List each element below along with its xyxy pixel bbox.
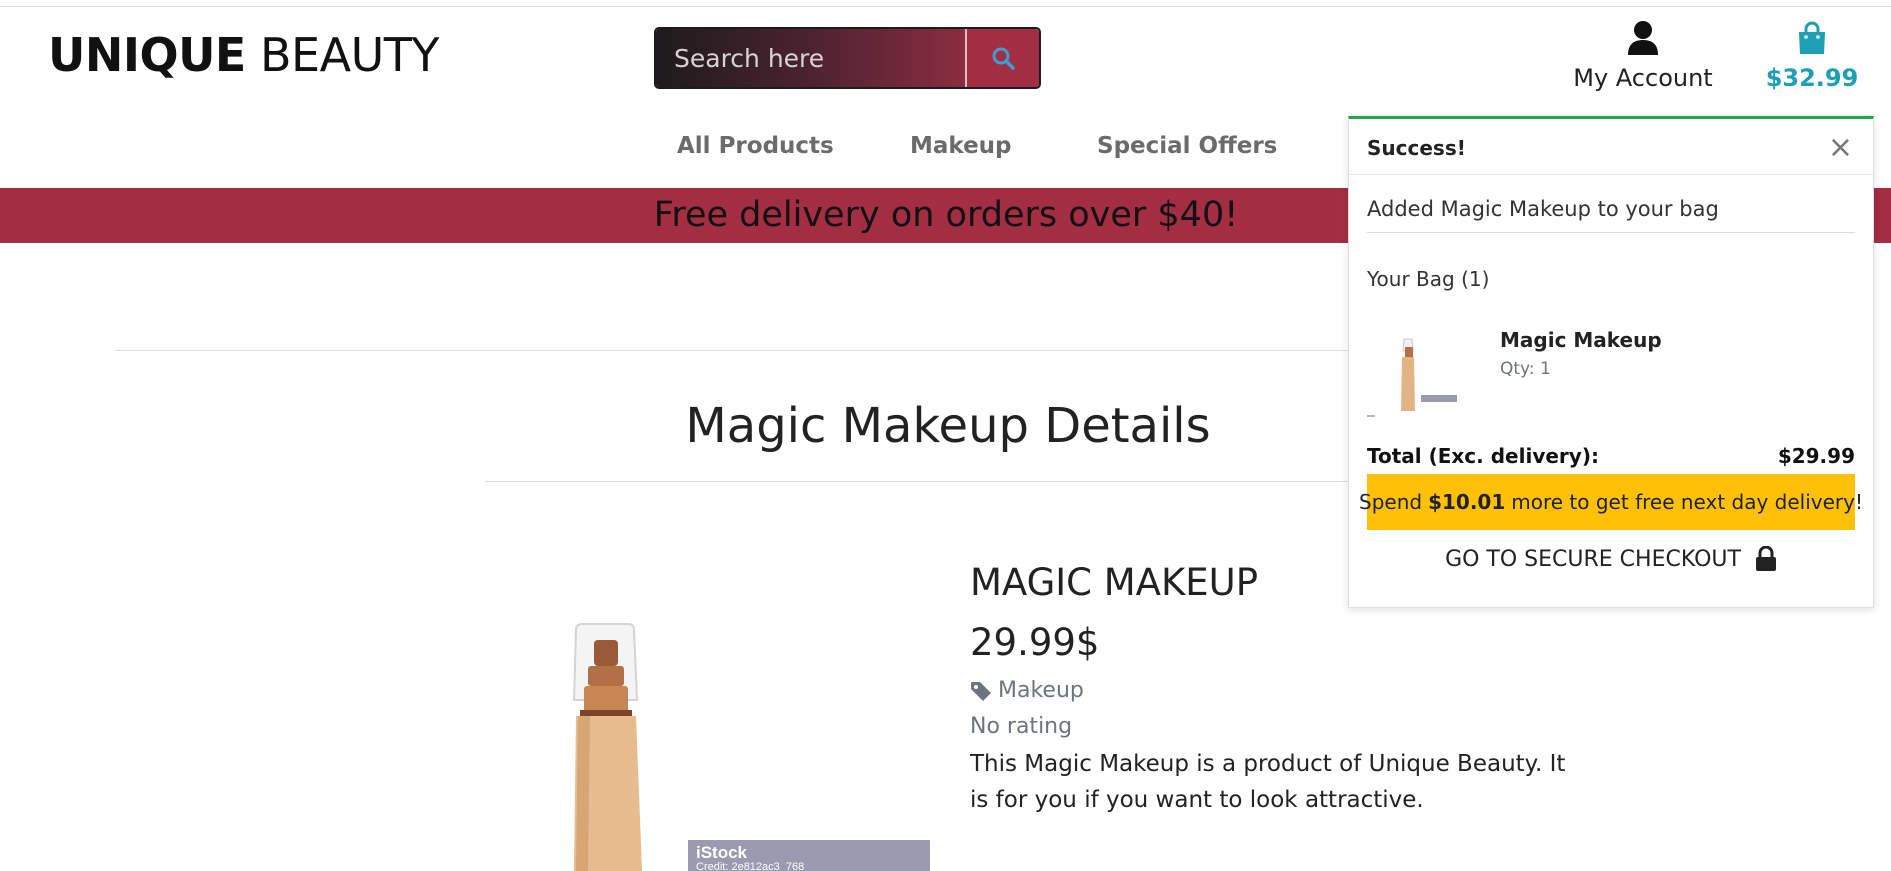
logo-light: BEAUTY [259,28,439,82]
tag-icon [971,681,991,701]
top-divider [0,6,1891,7]
bag-item-name: Magic Makeup [1500,328,1662,352]
promo-suffix: more to get free next day delivery! [1511,490,1863,514]
product-image: iStock Credit: 2e812ac3_768 [540,610,930,871]
promo-amount: $10.01 [1428,490,1506,514]
close-icon[interactable]: × [1828,130,1853,165]
toast-divider [1367,232,1855,233]
search-form [654,27,1041,89]
product-description: This Magic Makeup is a product of Unique… [970,751,1566,813]
product-name: MAGIC MAKEUP [970,561,1259,604]
page-title: Magic Makeup Details [685,398,1211,454]
shopping-bag-link[interactable]: $32.99 [1760,20,1864,92]
toast-title: Success! [1367,136,1466,160]
product-price: 29.99$ [970,621,1100,664]
free-delivery-promo: Spend $10.01 more to get free next day d… [1359,474,1863,530]
toast-message: Added Magic Makeup to your bag [1367,197,1719,221]
user-icon [1628,21,1658,55]
shopping-bag-icon [1799,21,1825,54]
lock-icon [1755,546,1776,571]
nav-special-offers[interactable]: Special Offers [1097,133,1277,159]
checkout-label: GO TO SECURE CHECKOUT [1445,546,1741,572]
site-logo[interactable]: UNIQUE BEAUTY [48,28,439,82]
bag-toast: Success! × Added Magic Makeup to your ba… [1348,116,1874,608]
product-category-label: Makeup [998,678,1084,703]
search-button[interactable] [965,29,1039,87]
title-divider [485,481,1385,482]
nav-makeup[interactable]: Makeup [910,133,1012,159]
search-icon [992,47,1015,70]
bag-count: Your Bag (1) [1367,267,1490,291]
secure-checkout-button[interactable]: GO TO SECURE CHECKOUT [1367,546,1855,572]
bag-item-thumbnail [1367,319,1467,419]
promo-prefix: Spend [1359,490,1423,514]
bag-total-label: Total (Exc. delivery): [1367,444,1599,468]
section-divider [115,350,1415,351]
toast-header: Success! × [1349,119,1873,175]
image-credit: Credit: 2e812ac3_768 [696,861,804,871]
my-account-label: My Account [1573,64,1713,92]
bag-total-value: $29.99 [1777,444,1855,468]
logo-bold: UNIQUE [48,28,246,82]
bag-total: $32.99 [1765,64,1859,92]
search-input[interactable] [656,29,965,87]
nav-all-products[interactable]: All Products [677,133,834,159]
product-category[interactable]: Makeup [970,678,1084,703]
my-account-link[interactable]: My Account [1560,20,1726,92]
image-watermark: iStock [696,843,748,862]
bag-item-qty: Qty: 1 [1500,359,1551,379]
product-rating: No rating [970,714,1073,739]
